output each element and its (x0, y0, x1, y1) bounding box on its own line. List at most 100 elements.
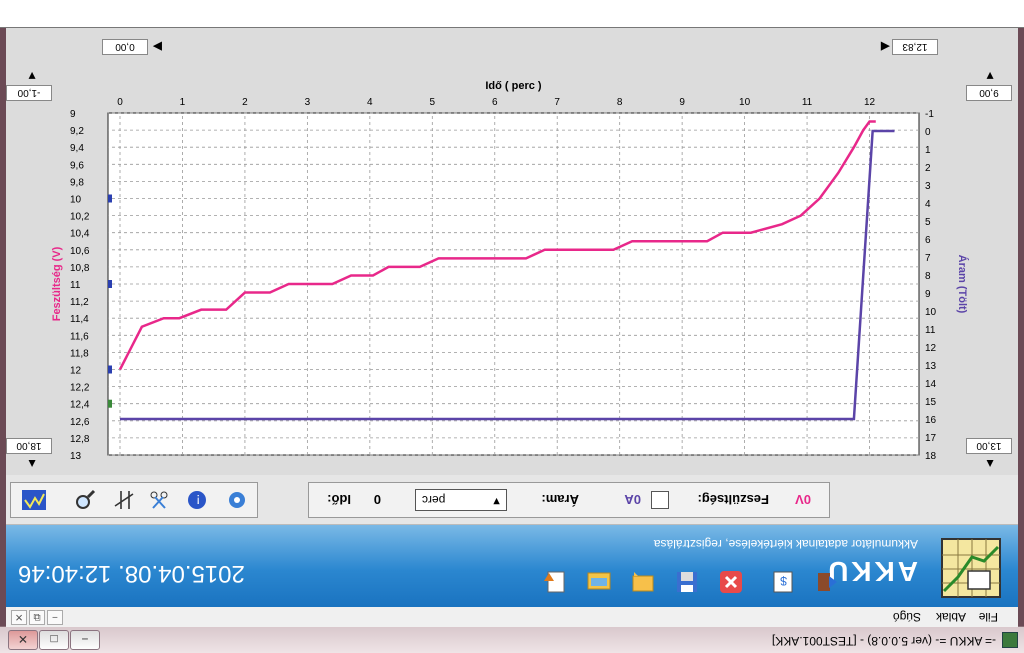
svg-text:$: $ (780, 574, 787, 588)
datetime-display: 2015.04.08. 12:40:46 (18, 560, 245, 587)
measurement-group: 0V Feszültség: 0A Áram: ▼ perc 0 Idő: (308, 482, 830, 518)
x-tick-label: 0 (117, 97, 123, 108)
axis-marker (108, 280, 112, 288)
chart-button[interactable] (21, 488, 47, 512)
open-button[interactable] (586, 569, 612, 595)
y-left-tick-label: 9 (70, 109, 76, 120)
voltage-label: Feszültség: (697, 492, 769, 507)
y-left-tick-label: 10,2 (70, 212, 90, 223)
magnifier-button[interactable] (73, 488, 97, 512)
x-tick-label: 1 (180, 97, 186, 108)
export-button[interactable] (542, 569, 568, 595)
mdi-close-button[interactable]: ✕ (11, 610, 27, 625)
menu-file[interactable]: File (979, 610, 998, 624)
axis-marker (108, 194, 112, 203)
y-left-tick-label: 11,6 (70, 331, 89, 342)
y-left-tick-label: 13 (70, 451, 82, 462)
settings-button[interactable] (225, 488, 249, 512)
y-left-tick-label: 9,8 (70, 177, 84, 188)
y-right-tick-label: 4 (925, 199, 931, 210)
x-tick-label: 8 (617, 97, 623, 108)
x-tick-label: 2 (242, 97, 248, 108)
x-tick-label: 4 (367, 97, 373, 108)
y-left-tick-label: 9,6 (70, 160, 84, 171)
y-left-axis-label: Feszültség (V) (51, 246, 63, 321)
time-label: Idő: (327, 492, 351, 507)
y-right-tick-label: 11 (925, 325, 936, 336)
menu-bar: File Ablak Súgó − ⧉ ✕ (6, 606, 1018, 627)
cut-markers-button[interactable] (111, 488, 135, 512)
current-label: Áram: (541, 492, 579, 507)
x-tick-label: 12 (864, 97, 876, 108)
y-right-tick-label: 13 (925, 361, 937, 372)
y-left-tick-label: 12,2 (70, 383, 90, 394)
axis-marker (108, 365, 112, 374)
y-left-tick-label: 10,8 (70, 263, 90, 274)
y-left-tick-label: 12,6 (70, 417, 90, 428)
close-button[interactable]: ✕ (8, 630, 38, 650)
y-right-tick-label: 5 (925, 217, 931, 228)
report-icon: $ (773, 571, 793, 593)
menu-window[interactable]: Ablak (936, 610, 966, 624)
report-button[interactable]: $ (770, 569, 796, 595)
x-tick-label: 9 (679, 97, 685, 108)
voltage-value: 0V (795, 492, 811, 507)
delete-icon (720, 571, 742, 593)
unit-select[interactable]: ▼ perc (415, 489, 507, 511)
current-value: 0A (624, 492, 641, 507)
svg-text:!: ! (196, 492, 200, 507)
scissors-button[interactable] (147, 488, 171, 512)
delete-button[interactable] (718, 569, 744, 595)
y-right-axis-label: Áram (Tölt) (956, 255, 969, 314)
y-right-tick-label: 15 (925, 397, 937, 408)
menu-help[interactable]: Súgó (893, 610, 921, 624)
y-left-tick-label: 12,8 (70, 434, 90, 445)
y-left-tick-label: 10,6 (70, 246, 90, 257)
y-left-tick-label: 9,2 (70, 126, 84, 137)
mdi-minimize-button[interactable]: − (47, 610, 63, 625)
x-tick-label: 6 (492, 97, 498, 108)
axis-marker (108, 399, 112, 408)
y-left-tick-label: 9,4 (70, 143, 84, 154)
folder-open-icon (587, 572, 611, 590)
y-left-tick-label: 12 (70, 366, 82, 377)
y-left-tick-label: 10,4 (70, 229, 90, 240)
mdi-restore-button[interactable]: ⧉ (29, 610, 45, 625)
y-right-tick-label: 9 (925, 289, 931, 300)
y-right-tick-label: 6 (925, 235, 931, 246)
time-value: 0 (373, 492, 381, 507)
comment-icon (632, 572, 654, 592)
y-right-tick-label: 0 (925, 127, 931, 138)
minimize-button[interactable]: − (70, 630, 100, 650)
x-axis-label: Idő ( perc ) (485, 80, 542, 92)
window-title: -= AKKU =- (ver 5.0.0.8) - [TEST001.AKK] (771, 634, 996, 648)
x-tick-label: 7 (554, 97, 560, 108)
app-icon (1002, 632, 1018, 648)
y-right-tick-label: 10 (925, 307, 937, 318)
y-right-tick-label: 17 (925, 433, 937, 444)
app-banner: AKKU Akkumulátor adatainak kiértékelése,… (6, 525, 1018, 607)
akku-logo-icon (941, 538, 1001, 598)
y-right-tick-label: -1 (925, 109, 934, 120)
battery-chart[interactable]: 99,29,49,69,81010,210,410,610,81111,211,… (6, 28, 1018, 475)
x-tick-label: 5 (430, 97, 436, 108)
current-dropdown-button[interactable] (651, 491, 669, 509)
chart-tools-group: ! (10, 482, 258, 518)
save-button[interactable] (674, 569, 700, 595)
y-right-tick-label: 16 (925, 415, 937, 426)
y-right-tick-label: 3 (925, 181, 931, 192)
y-right-tick-label: 18 (925, 451, 937, 462)
app-subtitle: Akkumulátor adatainak kiértékelése, regi… (653, 537, 918, 551)
y-right-tick-label: 2 (925, 163, 931, 174)
comment-button[interactable] (630, 569, 656, 595)
x-tick-label: 10 (739, 97, 751, 108)
maximize-button[interactable]: □ (39, 630, 69, 650)
y-left-tick-label: 10 (70, 195, 82, 206)
y-left-tick-label: 11 (70, 280, 81, 291)
y-right-tick-label: 8 (925, 271, 931, 282)
y-right-tick-label: 7 (925, 253, 931, 264)
info-button[interactable]: ! (185, 488, 209, 512)
y-right-tick-label: 12 (925, 343, 937, 354)
window-bottom-edge (0, 0, 1024, 28)
exit-button[interactable] (814, 569, 840, 595)
